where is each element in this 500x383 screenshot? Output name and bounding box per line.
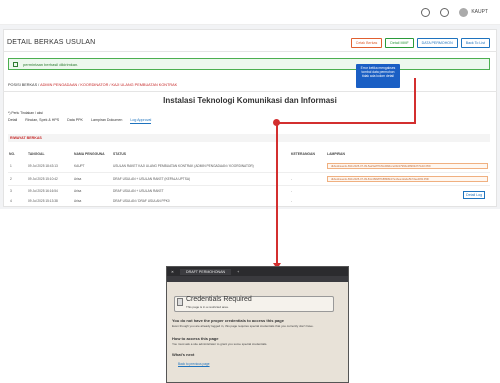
settings-icon[interactable] [421,7,431,17]
data-permohon-button[interactable]: DATA PERMOHON [416,38,458,48]
cell-date: 09 Jul 2025 15:10:42 [28,177,58,181]
col-status: STATUS [113,152,127,156]
cell-status: DRAF USULAN + USULAN RAKET [113,189,164,193]
col-date: TANGGAL [28,152,45,156]
page-title: DETAIL BERKAS USULAN [7,39,96,46]
cell-no: 3 [10,189,12,193]
annotation-line [276,122,278,268]
col-keterangan: KETERANGAN [291,152,315,156]
browser-tab[interactable]: DRAFT PERMOHONAN [180,268,232,275]
check-icon [13,61,18,67]
cell-status: USULAN RAKET KAJI ULANG PEMBUATAN KONTRA… [113,164,254,168]
cell-status: DRAF USULAN + USULAN RAKET (KEPALA UPTSA… [113,177,191,181]
col-no: NO. [9,152,16,156]
browser-tabbar: ✕ DRAFT PERMOHONAN + [167,267,348,276]
notification-icon[interactable] [440,7,450,17]
howto-text: You must ask a site administrator to gra… [172,342,268,346]
cell-no: 2 [10,177,12,181]
row-divider [8,172,490,173]
row-divider [8,185,490,186]
cell-ket: - [291,177,293,181]
attachment-link[interactable]: dkbudnsuenk-690-2025-07-09-81c4f9b8f7b8f… [327,176,488,182]
tab-rincian[interactable]: Rincian, Spek & HPS [25,118,59,124]
success-alert: permintaan berhasil dikirimkan. [8,58,490,70]
cell-user: Arisa [74,177,82,181]
cell-user: Arisa [74,199,82,203]
cell-no: 1 [10,164,12,168]
error-annotation: Error ketika mengakses tombol data permo… [356,64,400,88]
detail-mmf-button[interactable]: Detail MMF [385,38,414,48]
error-heading: You do not have the proper credentials t… [172,318,284,323]
credentials-title: Credentials Required [186,296,252,303]
avatar [459,7,469,17]
section-title: RIWAYAT BERKAS [8,134,490,142]
col-lampiran: LAMPIRAN [327,152,345,156]
lock-icon [177,298,183,306]
divider [3,91,497,92]
howto-heading: How to access this page [172,336,219,341]
credentials-subtitle: This page is in a restricted area. [186,305,229,309]
tab-detail[interactable]: Detail [8,118,17,124]
print-button[interactable]: Cetak Berkas [350,38,383,48]
back-to-list-button[interactable]: Back To List [460,38,490,48]
cell-user: Arisa [74,189,82,193]
attachment-link[interactable]: dkbudnsuenk-690-2025-07-09-5a23e87f1f9cd… [327,163,488,169]
breadcrumb: POSISI BERKAS / ADMIN PENGADAAN / KOORDI… [8,83,178,87]
action-buttons: Cetak Berkas Detail MMF DATA PERMOHON Ba… [350,38,490,48]
user-menu[interactable]: KAUPT [459,7,488,17]
cell-no: 4 [10,199,12,203]
tab-lampiran[interactable]: Lampiran Dokumen [91,118,122,124]
top-bar: KAUPT [0,0,500,25]
new-tab-icon[interactable]: + [237,270,239,274]
browser-addressbar[interactable] [167,276,348,282]
cell-date: 09 Jul 2025 16:16:54 [28,189,58,193]
detail-log-button[interactable]: Detail Log [463,191,486,199]
close-icon[interactable]: ✕ [171,270,174,274]
cell-date: 09 Jul 2025 18:43:13 [28,164,58,168]
error-text: Even though you are already logged in, t… [172,324,314,328]
annotation-line [414,78,416,124]
cell-status: DRAF USULAN / DRAF USULAN PPK0 [113,199,170,203]
annotation-line [276,122,416,124]
section-heading: Instalasi Teknologi Komunikasi dan Infor… [163,96,337,105]
cell-user: KAUPT [74,164,85,168]
back-link[interactable]: Back to previous page [178,362,210,366]
next-heading: What's next [172,352,195,357]
cell-ket: - [291,189,293,193]
col-user: NAMA PENGGUNA [74,152,105,156]
tab-log-approval[interactable]: Log Approval [130,118,152,124]
cell-date: 09 Jul 2025 15:13:38 [28,199,58,203]
cell-ket: - [291,199,293,203]
tab-bar: Detail Rincian, Spek & HPS Data PPK Lamp… [8,118,152,124]
tab-data-ppk[interactable]: Data PPK [67,118,83,124]
divider [3,51,497,52]
required-note: *) Perlu Tindakan / aksi [8,111,43,115]
